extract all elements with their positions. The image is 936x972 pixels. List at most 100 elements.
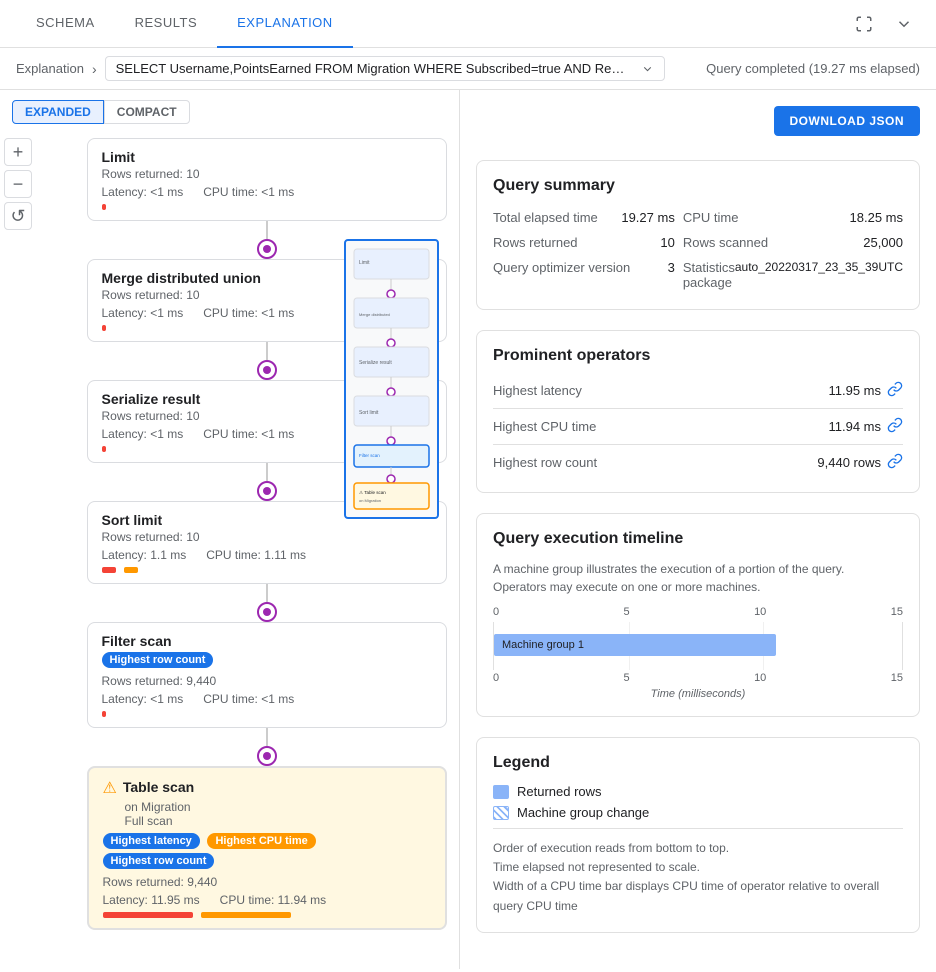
operator-title-tablescan: Table scan	[123, 779, 194, 795]
legend-section: Legend Returned rows Machine group chang…	[476, 737, 920, 933]
top-right-icons	[848, 8, 920, 40]
operator-sub-tablescan: on Migration Full scan	[125, 800, 431, 828]
operator-bars-sort	[102, 567, 432, 573]
latency-filter: Latency: <1 ms	[102, 692, 184, 706]
chevron-down-icon[interactable]	[888, 8, 920, 40]
timeline-chart: 0 5 10 15 Machine group 1 0 5 10	[493, 606, 903, 700]
axis-top-2: 10	[754, 606, 766, 618]
operator-meta-filter: Rows returned: 9,440	[102, 674, 432, 688]
view-toggle: EXPANDED COMPACT	[0, 90, 459, 134]
top-tabs: SCHEMA RESULTS EXPLANATION	[0, 0, 936, 48]
rows-returned-sort: Rows returned: 10	[102, 530, 200, 544]
rows-returned-merge: Rows returned: 10	[102, 288, 200, 302]
toggle-compact[interactable]: COMPACT	[104, 100, 190, 124]
connector-dot-5	[263, 752, 271, 760]
zoom-reset-button[interactable]: ↺	[4, 202, 32, 230]
download-json-button[interactable]: DOWNLOAD JSON	[774, 106, 921, 136]
expand-icon[interactable]	[848, 8, 880, 40]
operator-timing-sort: Latency: 1.1 ms CPU time: 1.11 ms	[102, 548, 432, 562]
legend-item-0: Returned rows	[493, 784, 903, 799]
cpu-filter: CPU time: <1 ms	[203, 692, 294, 706]
latency-bar-tablescan	[103, 912, 193, 918]
svg-text:Filter scan: Filter scan	[359, 453, 380, 458]
latency-bar-serialize	[102, 446, 106, 452]
operator-meta-tablescan: Rows returned: 9,440	[103, 875, 431, 889]
timeline-axis-top: 0 5 10 15	[493, 606, 903, 618]
badge-highest-latency: Highest latency	[103, 833, 200, 849]
connector-dot	[263, 245, 271, 253]
summary-row-1: CPU time 18.25 ms	[683, 207, 903, 228]
connector-5	[257, 728, 277, 766]
summary-val-4: 3	[668, 260, 675, 290]
summary-key-1: CPU time	[683, 210, 739, 225]
tab-bar: SCHEMA RESULTS EXPLANATION	[16, 0, 353, 48]
table-scan-badges: Highest latency Highest CPU time Highest…	[103, 832, 431, 872]
axis-top-0: 0	[493, 606, 499, 618]
rows-returned-tablescan: Rows returned: 9,440	[103, 875, 218, 889]
prominent-value-text-2: 9,440 rows	[817, 455, 881, 470]
latency-label: Latency: <1 ms	[102, 185, 184, 199]
zoom-in-button[interactable]: +	[4, 138, 32, 166]
rows-returned-serialize: Rows returned: 10	[102, 409, 200, 423]
rows-returned: Rows returned: 10	[102, 167, 200, 181]
operator-title: Limit	[102, 149, 432, 165]
prominent-val-0: 11.95 ms	[828, 381, 903, 400]
filter-badges: Highest row count	[102, 651, 432, 671]
mini-map: Limit Merge distributed Serialize result…	[344, 239, 439, 519]
prominent-value-text-1: 11.94 ms	[828, 419, 881, 434]
legend-label-0: Returned rows	[517, 784, 602, 799]
connector-2	[257, 342, 277, 380]
dropdown-icon	[641, 62, 654, 76]
legend-note: Order of execution reads from bottom to …	[493, 828, 903, 916]
left-content: + − ↺ Limit Rows returned: 10 Latency: <…	[0, 134, 459, 930]
svg-text:Sort limit: Sort limit	[359, 410, 379, 416]
toggle-expanded[interactable]: EXPANDED	[12, 100, 104, 124]
legend-box-striped	[493, 806, 509, 820]
prominent-link-1[interactable]	[887, 417, 903, 436]
axis-bot-3: 15	[891, 672, 903, 684]
badge-highest-row-count-scan: Highest row count	[103, 853, 215, 869]
prominent-operators-section: Prominent operators Highest latency 11.9…	[476, 330, 920, 493]
summary-val-0: 19.27 ms	[621, 210, 674, 225]
right-panel: DOWNLOAD JSON Query summary Total elapse…	[460, 90, 936, 969]
summary-key-3: Rows scanned	[683, 235, 768, 250]
connector-dot-4	[263, 608, 271, 616]
prominent-key-1: Highest CPU time	[493, 419, 596, 434]
prominent-link-0[interactable]	[887, 381, 903, 400]
divider-1	[493, 408, 903, 409]
operator-timing-limit: Latency: <1 ms CPU time: <1 ms	[102, 185, 432, 199]
connector-circle	[257, 239, 277, 259]
zoom-out-button[interactable]: −	[4, 170, 32, 198]
operator-card-filter[interactable]: Filter scan Highest row count Rows retur…	[87, 622, 447, 728]
timeline-bar-area: Machine group 1	[493, 622, 903, 670]
connector-3	[257, 463, 277, 501]
badge-highest-row-count-filter: Highest row count	[102, 652, 214, 668]
legend-label-1: Machine group change	[517, 805, 649, 820]
connector-line-2	[266, 342, 268, 360]
tab-schema[interactable]: SCHEMA	[16, 0, 115, 48]
summary-key-2: Rows returned	[493, 235, 578, 250]
tab-results[interactable]: RESULTS	[115, 0, 218, 48]
query-text: SELECT Username,PointsEarned FROM Migrat…	[116, 61, 633, 76]
machine-group-label: Machine group 1	[502, 639, 584, 651]
prominent-val-2: 9,440 rows	[817, 453, 903, 472]
query-status: Query completed (19.27 ms elapsed)	[706, 61, 920, 76]
latency-tablescan: Latency: 11.95 ms	[103, 893, 200, 907]
timeline-axis-bottom: 0 5 10 15	[493, 672, 903, 684]
prominent-val-1: 11.94 ms	[828, 417, 903, 436]
operator-bars-tablescan	[103, 912, 431, 918]
summary-row-3: Rows scanned 25,000	[683, 232, 903, 253]
svg-text:on Migration: on Migration	[359, 498, 381, 503]
connector-circle-3	[257, 481, 277, 501]
tab-explanation[interactable]: EXPLANATION	[217, 0, 353, 48]
machine-group-bar: Machine group 1	[494, 634, 776, 656]
summary-val-2: 10	[660, 235, 674, 250]
cpu-bar-sort	[124, 567, 138, 573]
operator-card-tablescan[interactable]: ⚠ Table scan on Migration Full scan High…	[87, 766, 447, 930]
axis-top-1: 5	[624, 606, 630, 618]
query-selector[interactable]: SELECT Username,PointsEarned FROM Migrat…	[105, 56, 665, 81]
prominent-link-2[interactable]	[887, 453, 903, 472]
connector-line-5	[266, 728, 268, 746]
connector-1	[257, 221, 277, 259]
operator-card-limit[interactable]: Limit Rows returned: 10 Latency: <1 ms C…	[87, 138, 447, 221]
